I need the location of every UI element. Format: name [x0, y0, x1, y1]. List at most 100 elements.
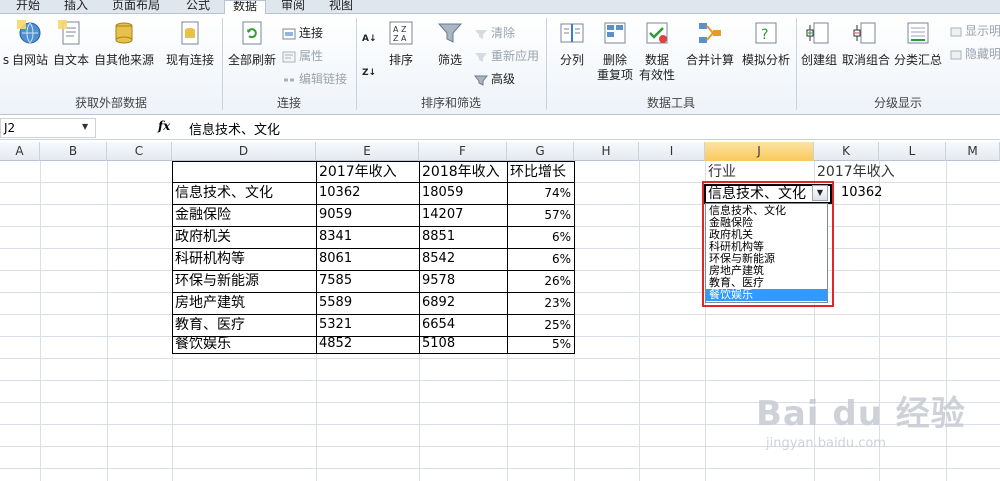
consolidate-button[interactable]: 合并计算	[684, 20, 736, 68]
table-cell-industry[interactable]: 科研机构等	[172, 248, 316, 270]
subtotal-icon	[905, 20, 931, 46]
what-if-analysis-button[interactable]: ? 模拟分析	[740, 20, 792, 68]
tab-home[interactable]: 开始	[6, 0, 50, 14]
column-header[interactable]: H	[574, 142, 639, 161]
connections-icon	[282, 27, 296, 39]
column-header[interactable]: A	[0, 142, 40, 161]
table-border	[574, 161, 575, 354]
table-header-2018[interactable]: 2018年收入	[419, 161, 507, 183]
column-header[interactable]: B	[40, 142, 107, 161]
table-cell-revenue-2017[interactable]: 9059	[316, 204, 419, 226]
table-header-2017[interactable]: 2017年收入	[316, 161, 419, 183]
column-header-selected[interactable]: J	[705, 142, 814, 161]
show-detail-icon	[950, 25, 962, 37]
filter-button[interactable]: 筛选	[432, 20, 468, 68]
column-header[interactable]: C	[107, 142, 172, 161]
lookup-header-revenue[interactable]: 2017年收入	[814, 161, 894, 183]
column-headers: A B C D E F G H I J K L M	[0, 142, 1000, 161]
table-cell-revenue-2017[interactable]: 8341	[316, 226, 419, 248]
table-cell-growth[interactable]: 57%	[507, 204, 574, 226]
clear-filter-button[interactable]: 清除	[474, 24, 515, 42]
table-cell-revenue-2018[interactable]: 8542	[419, 248, 507, 270]
group-label-sort-filter: 排序和筛选	[420, 96, 481, 110]
refresh-all-button[interactable]: 全部刷新	[226, 20, 278, 68]
table-cell-revenue-2018[interactable]: 18059	[419, 182, 507, 204]
table-cell-revenue-2017[interactable]: 5589	[316, 292, 419, 314]
link-icon	[282, 73, 296, 85]
column-header[interactable]: F	[419, 142, 507, 161]
lookup-result[interactable]: 10362	[838, 182, 888, 204]
column-header[interactable]: G	[507, 142, 574, 161]
column-header[interactable]: E	[316, 142, 419, 161]
tab-formulas[interactable]: 公式	[176, 0, 220, 14]
from-text-button[interactable]: 自文本	[50, 20, 92, 68]
sort-ascending-button[interactable]: A↓	[362, 28, 382, 46]
edit-links-button[interactable]: 编辑链接	[282, 70, 347, 88]
column-header[interactable]: K	[814, 142, 879, 161]
reapply-button[interactable]: 重新应用	[474, 47, 539, 65]
table-cell-revenue-2017[interactable]: 5321	[316, 314, 419, 336]
table-cell-growth[interactable]: 6%	[507, 226, 574, 248]
tab-review[interactable]: 审阅	[272, 0, 314, 14]
sort-button[interactable]: A ZZ A 排序	[384, 20, 418, 68]
insert-function-button[interactable]: fx	[158, 119, 170, 133]
from-other-sources-button[interactable]: 自其他来源	[92, 20, 156, 68]
column-header[interactable]: I	[639, 142, 705, 161]
table-cell-revenue-2018[interactable]: 6654	[419, 314, 507, 336]
table-cell-industry[interactable]: 环保与新能源	[172, 270, 316, 292]
from-web-button[interactable]: 自网站	[10, 20, 50, 68]
table-cell-growth[interactable]: 74%	[507, 182, 574, 204]
table-cell-revenue-2018[interactable]: 5108	[419, 334, 507, 354]
remove-duplicates-button[interactable]: 删除 重复项	[594, 20, 636, 83]
tab-data[interactable]: 数据	[224, 0, 266, 15]
column-header[interactable]: M	[946, 142, 1000, 161]
connections-button[interactable]: 连接	[282, 24, 323, 42]
lookup-header-industry[interactable]: 行业	[705, 161, 814, 183]
group-button[interactable]: 创建组	[798, 20, 840, 68]
svg-text:?: ?	[761, 27, 768, 43]
formula-input[interactable]: 信息技术、文化	[189, 119, 280, 138]
table-cell-industry[interactable]: 信息技术、文化	[172, 182, 316, 204]
reapply-icon	[474, 50, 488, 62]
sort-descending-button[interactable]: Z↓	[362, 62, 382, 80]
watermark-url: jingyan.baidu.com	[766, 436, 886, 451]
table-cell-growth[interactable]: 25%	[507, 314, 574, 336]
table-cell-revenue-2017[interactable]: 7585	[316, 270, 419, 292]
column-header[interactable]: L	[879, 142, 946, 161]
table-cell-revenue-2018[interactable]: 14207	[419, 204, 507, 226]
text-to-columns-button[interactable]: 分列	[554, 20, 590, 68]
table-cell-growth[interactable]: 6%	[507, 248, 574, 270]
table-cell-revenue-2017[interactable]: 10362	[316, 182, 419, 204]
ungroup-button[interactable]: 取消组合	[840, 20, 892, 68]
show-detail-button[interactable]: 显示明	[950, 22, 1000, 40]
table-cell-revenue-2017[interactable]: 4852	[316, 334, 419, 354]
subtotal-button[interactable]: 分类汇总	[892, 20, 944, 68]
group-label-external-data: 获取外部数据	[74, 96, 147, 110]
chevron-down-icon[interactable]: ▼	[82, 122, 88, 131]
table-cell-revenue-2018[interactable]: 6892	[419, 292, 507, 314]
table-cell-revenue-2017[interactable]: 8061	[316, 248, 419, 270]
table-cell-industry[interactable]: 金融保险	[172, 204, 316, 226]
table-cell-growth[interactable]: 23%	[507, 292, 574, 314]
table-cell-growth[interactable]: 26%	[507, 270, 574, 292]
clear-filter-icon	[474, 27, 488, 39]
table-cell-revenue-2018[interactable]: 9578	[419, 270, 507, 292]
hide-detail-button[interactable]: 隐藏明	[950, 45, 1000, 63]
table-cell-revenue-2018[interactable]: 8851	[419, 226, 507, 248]
advanced-filter-button[interactable]: 高级	[473, 70, 515, 88]
what-if-icon: ?	[753, 20, 779, 46]
table-header-growth[interactable]: 环比增长	[507, 161, 574, 183]
properties-button[interactable]: 属性	[282, 47, 323, 65]
table-cell-industry[interactable]: 政府机关	[172, 226, 316, 248]
tab-insert[interactable]: 插入	[56, 0, 96, 14]
svg-text:Z A: Z A	[393, 34, 407, 43]
data-validation-button[interactable]: 数据 有效性	[636, 20, 678, 83]
table-cell-industry[interactable]: 餐饮娱乐	[172, 334, 316, 354]
table-cell-industry[interactable]: 教育、医疗	[172, 314, 316, 336]
column-header[interactable]: D	[172, 142, 316, 161]
table-cell-industry[interactable]: 房地产建筑	[172, 292, 316, 314]
table-cell-growth[interactable]: 5%	[507, 334, 574, 354]
tab-page-layout[interactable]: 页面布局	[104, 0, 168, 14]
tab-view[interactable]: 视图	[320, 0, 362, 14]
existing-connections-button[interactable]: 现有连接	[162, 20, 218, 68]
